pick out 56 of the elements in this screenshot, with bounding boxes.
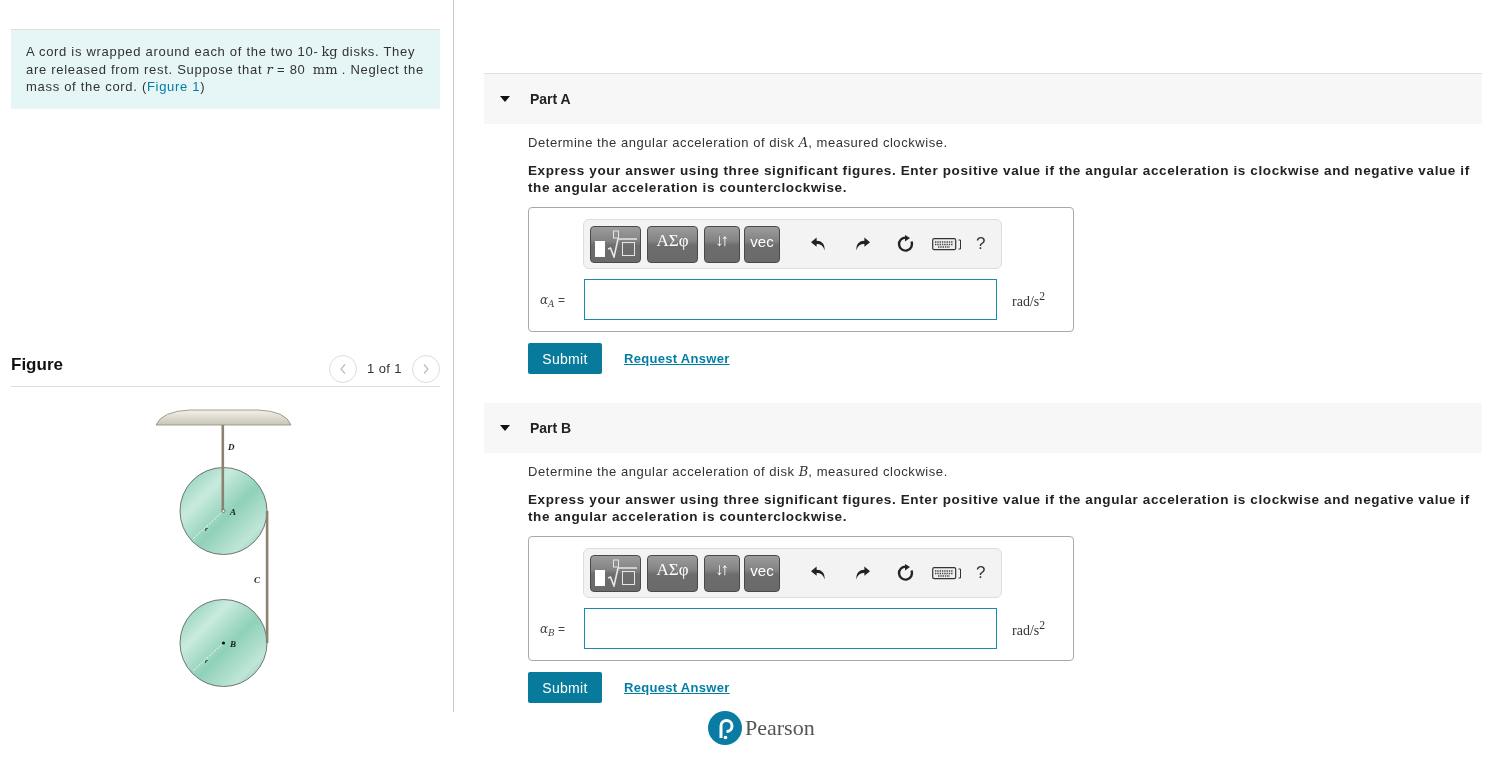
square-root-template-icon <box>593 559 638 587</box>
reset-icon[interactable] <box>897 564 915 582</box>
center-point <box>221 640 226 645</box>
submit-button[interactable]: Submit <box>528 343 602 374</box>
question-text: Determine the angular acceleration of disk A, measured clockwise. <box>528 134 949 151</box>
pager-text: 1 of 1 <box>367 361 402 376</box>
disk-label: A <box>230 506 236 517</box>
answer-input[interactable] <box>584 279 997 320</box>
disk-label: B <box>230 638 236 649</box>
question-text: Determine the angular acceleration of disk B, measured clockwise. <box>528 463 949 480</box>
problem-text: A cord is wrapped around each of the two 10- kg disks. They are released from rest. Suppose that r = 80 mm . Neglect the mass of the cord. (Figure 1) <box>26 43 425 96</box>
part-header[interactable]: Part B <box>484 403 1482 453</box>
vector-button[interactable]: vec <box>744 225 780 263</box>
greek-symbols-button[interactable]: ΑΣφ <box>647 554 698 592</box>
instructions-text: Express your answer using three significant figures. Enter positive value if the angular acceleration is clockwise and negative value if the angular acceleration is counterclockwise. <box>528 162 1471 196</box>
radius-line <box>192 642 224 671</box>
cord-label: D <box>228 441 235 452</box>
undo-icon[interactable] <box>811 237 826 251</box>
keyboard-icon[interactable] <box>932 237 962 251</box>
figure-title: Figure <box>11 354 63 375</box>
request-answer-link[interactable]: Request Answer <box>624 351 730 366</box>
caret-down-icon[interactable] <box>500 96 510 102</box>
vector-button[interactable]: vec <box>744 554 780 592</box>
reset-icon[interactable] <box>897 235 915 253</box>
greek-symbols-button[interactable]: ΑΣφ <box>647 225 698 263</box>
units-label: rad/s$^{2}$ <box>1012 618 1046 639</box>
submit-button[interactable]: Submit <box>528 672 602 703</box>
instructions-text: Express your answer using three significant figures. Enter positive value if the angular acceleration is clockwise and negative value if the angular acceleration is counterclockwise. <box>528 491 1471 525</box>
center-pin <box>221 508 226 513</box>
logo-mark-icon <box>708 711 742 745</box>
keyboard-icon[interactable] <box>932 566 962 580</box>
radius-line <box>192 510 224 539</box>
redo-icon[interactable] <box>855 566 870 580</box>
arrow-symbols-button[interactable]: ↓↑ <box>704 225 740 263</box>
figure-link[interactable]: Figure 1 <box>146 79 201 94</box>
square-root-template-icon <box>593 230 638 258</box>
caret-down-icon[interactable] <box>500 425 510 431</box>
units-label: rad/s$^{2}$ <box>1012 289 1046 310</box>
templates-button[interactable] <box>590 225 641 263</box>
arrow-symbols-button[interactable]: ↓↑ <box>704 554 740 592</box>
answer-input[interactable] <box>584 608 997 649</box>
answer-label: α$_{A}$ = <box>540 292 565 307</box>
chevron-left-icon <box>340 363 347 374</box>
chevron-right-icon <box>423 363 429 374</box>
cord-label: C <box>254 574 260 585</box>
redo-icon[interactable] <box>855 237 870 251</box>
logo-text: Pearson <box>745 715 815 741</box>
answer-label: α$_{B}$ = <box>540 621 566 636</box>
help-button[interactable]: ? <box>976 234 986 254</box>
undo-icon[interactable] <box>811 566 826 580</box>
part-title: Part A <box>530 91 571 107</box>
templates-button[interactable] <box>590 554 641 592</box>
part-title: Part B <box>530 420 572 436</box>
request-answer-link[interactable]: Request Answer <box>624 680 730 695</box>
help-button[interactable]: ? <box>976 563 986 583</box>
part-header[interactable]: Part A <box>484 74 1482 124</box>
